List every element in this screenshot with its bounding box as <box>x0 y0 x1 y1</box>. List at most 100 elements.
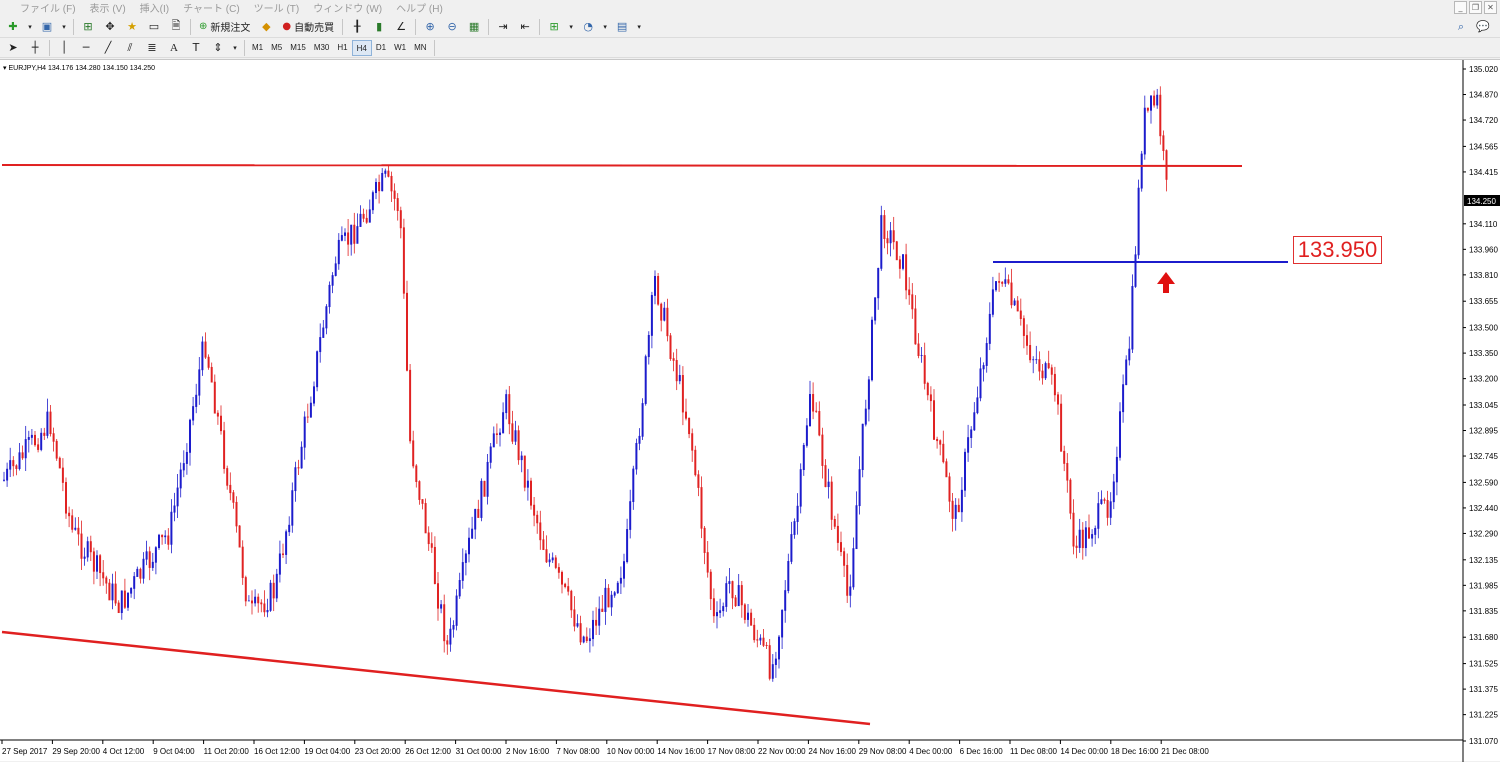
new-order-icon: ⊕ <box>199 21 208 32</box>
price-axis: 135.020 134.870 134.720 134.565 134.415 134.1… <box>1463 65 1498 746</box>
timeframe-m15[interactable]: M15 <box>286 40 310 56</box>
data-window-icon[interactable]: ✥ <box>101 18 119 36</box>
dropdown-icon[interactable]: ▾ <box>60 18 68 36</box>
auto-trading-label: 自動売買 <box>294 23 335 34</box>
support-trendline[interactable] <box>1 630 871 726</box>
price-tick-label: 132.290 <box>1469 529 1498 538</box>
price-tick-label: 131.835 <box>1469 607 1498 616</box>
templates-icon[interactable]: ▤ <box>613 18 631 36</box>
menu-help[interactable]: ヘルプ (H) <box>389 0 450 15</box>
time-tick-label: 21 Dec 08:00 <box>1161 747 1209 756</box>
menu-view[interactable]: 表示 (V) <box>83 0 133 15</box>
dropdown-icon[interactable]: ▾ <box>567 18 575 36</box>
menu-file[interactable]: ファイル (F) <box>0 0 83 15</box>
price-chart[interactable]: 135.020 134.870 134.720 134.565 134.415 134.1… <box>0 60 1500 762</box>
price-tick-label: 131.070 <box>1469 737 1498 746</box>
horizontal-line-icon[interactable]: ─ <box>77 39 95 57</box>
new-order-label: 新規注文 <box>210 23 251 34</box>
text-label-icon[interactable]: T <box>187 39 205 57</box>
chat-icon[interactable]: 💬 <box>1474 18 1492 36</box>
auto-scroll-icon[interactable]: ⇤ <box>516 18 534 36</box>
restore-icon[interactable]: ❐ <box>1469 1 1482 14</box>
terminal-icon[interactable]: ▭ <box>145 18 163 36</box>
profiles-icon[interactable]: ▣ <box>38 18 56 36</box>
price-tick-label: 133.500 <box>1469 324 1498 333</box>
price-tick-label: 133.655 <box>1469 297 1498 306</box>
vertical-line-icon[interactable]: │ <box>55 39 73 57</box>
chart-window[interactable]: 135.020 134.870 134.720 134.565 134.415 134.1… <box>0 59 1500 762</box>
price-tick-label: 131.375 <box>1469 685 1498 694</box>
price-tick-label: 132.745 <box>1469 452 1498 461</box>
zoom-in-icon[interactable]: ⊕ <box>421 18 439 36</box>
price-tick-label: 132.895 <box>1469 427 1498 436</box>
navigator-icon[interactable]: ★ <box>123 18 141 36</box>
arrows-icon[interactable]: ⇕ <box>209 39 227 57</box>
menu-insert[interactable]: 挿入(I) <box>133 0 176 15</box>
indicators-icon[interactable]: ⊞ <box>545 18 563 36</box>
current-price-label: 134.250 <box>1467 197 1496 206</box>
dropdown-icon[interactable]: ▾ <box>635 18 643 36</box>
chart-header-text: EURJPY,H4 134.176 134.280 134.150 134.25… <box>8 65 156 72</box>
up-arrow-icon <box>1157 272 1175 293</box>
chart-header: ▾ EURJPY,H4 134.176 134.280 134.150 134.… <box>3 65 156 72</box>
time-tick-label: 24 Nov 16:00 <box>808 747 856 756</box>
time-tick-label: 18 Dec 16:00 <box>1111 747 1159 756</box>
close-icon[interactable]: ✕ <box>1484 1 1497 14</box>
timeframe-m30[interactable]: M30 <box>310 40 334 56</box>
dropdown-icon[interactable]: ▾ <box>231 39 239 57</box>
timeframe-m5[interactable]: M5 <box>267 40 286 56</box>
price-annotation[interactable]: 133.950 <box>1293 236 1382 264</box>
new-chart-icon[interactable]: ✚ <box>4 18 22 36</box>
menu-window[interactable]: ウィンドウ (W) <box>306 0 389 15</box>
time-tick-label: 4 Dec 00:00 <box>909 747 953 756</box>
timeframe-mn[interactable]: MN <box>410 40 430 56</box>
resistance-line[interactable] <box>1 164 1243 167</box>
standard-toolbar: ✚ ▾ ▣ ▾ ⊞ ✥ ★ ▭ 🗎 ⊕ 新規注文 ◆ ● 自動売買 ╂ ▮ ∠ ⊕ … <box>0 16 1500 38</box>
separator <box>49 39 50 56</box>
trendline-icon[interactable]: ╱ <box>99 39 117 57</box>
candlestick-series <box>3 86 1168 682</box>
metaeditor-icon[interactable]: ◆ <box>257 18 275 36</box>
candlestick-icon[interactable]: ▮ <box>370 18 388 36</box>
fibonacci-icon[interactable]: ≣ <box>143 39 161 57</box>
line-chart-icon[interactable]: ∠ <box>392 18 410 36</box>
time-tick-label: 31 Oct 00:00 <box>456 747 502 756</box>
price-tick-label: 131.680 <box>1469 633 1498 642</box>
auto-trading-button[interactable]: ● 自動売買 <box>279 18 337 36</box>
market-watch-icon[interactable]: ⊞ <box>79 18 97 36</box>
new-order-button[interactable]: ⊕ 新規注文 <box>196 18 253 36</box>
price-tick-label: 131.525 <box>1469 660 1498 669</box>
minimize-icon[interactable]: _ <box>1454 1 1467 14</box>
price-tick-label: 131.985 <box>1469 581 1498 590</box>
timeframe-h4[interactable]: H4 <box>351 39 372 56</box>
crosshair-icon[interactable]: ┼ <box>26 39 44 57</box>
price-tick-label: 133.045 <box>1469 401 1498 410</box>
menu-bar: ファイル (F) 表示 (V) 挿入(I) チャート (C) ツール (T) ウ… <box>0 0 1500 15</box>
price-tick-label: 134.415 <box>1469 168 1498 177</box>
price-tick-label: 134.720 <box>1469 116 1498 125</box>
price-tick-label: 134.565 <box>1469 142 1498 151</box>
separator <box>415 18 417 35</box>
timeframe-d1[interactable]: D1 <box>372 40 390 56</box>
cursor-icon[interactable]: ➤ <box>4 39 22 57</box>
periods-icon[interactable]: ◔ <box>579 18 597 36</box>
strategy-tester-icon[interactable]: 🗎 <box>167 18 185 36</box>
menu-chart[interactable]: チャート (C) <box>176 0 247 15</box>
time-tick-label: 29 Sep 20:00 <box>52 747 100 756</box>
time-tick-label: 23 Oct 20:00 <box>355 747 401 756</box>
dropdown-icon[interactable]: ▾ <box>601 18 609 36</box>
timeframe-w1[interactable]: W1 <box>390 40 410 56</box>
separator <box>244 39 245 56</box>
menu-tools[interactable]: ツール (T) <box>247 0 307 15</box>
zoom-out-icon[interactable]: ⊖ <box>443 18 461 36</box>
tile-windows-icon[interactable]: ▦ <box>465 18 483 36</box>
search-icon[interactable]: ⌕ <box>1452 18 1470 36</box>
bar-chart-icon[interactable]: ╂ <box>348 18 366 36</box>
timeframe-m1[interactable]: M1 <box>248 40 267 56</box>
dropdown-icon[interactable]: ▾ <box>26 18 34 36</box>
price-tick-label: 133.350 <box>1469 349 1498 358</box>
channel-icon[interactable]: ⫽ <box>121 39 139 57</box>
text-icon[interactable]: A <box>165 39 183 57</box>
chart-shift-icon[interactable]: ⇥ <box>494 18 512 36</box>
timeframe-h1[interactable]: H1 <box>333 40 351 56</box>
